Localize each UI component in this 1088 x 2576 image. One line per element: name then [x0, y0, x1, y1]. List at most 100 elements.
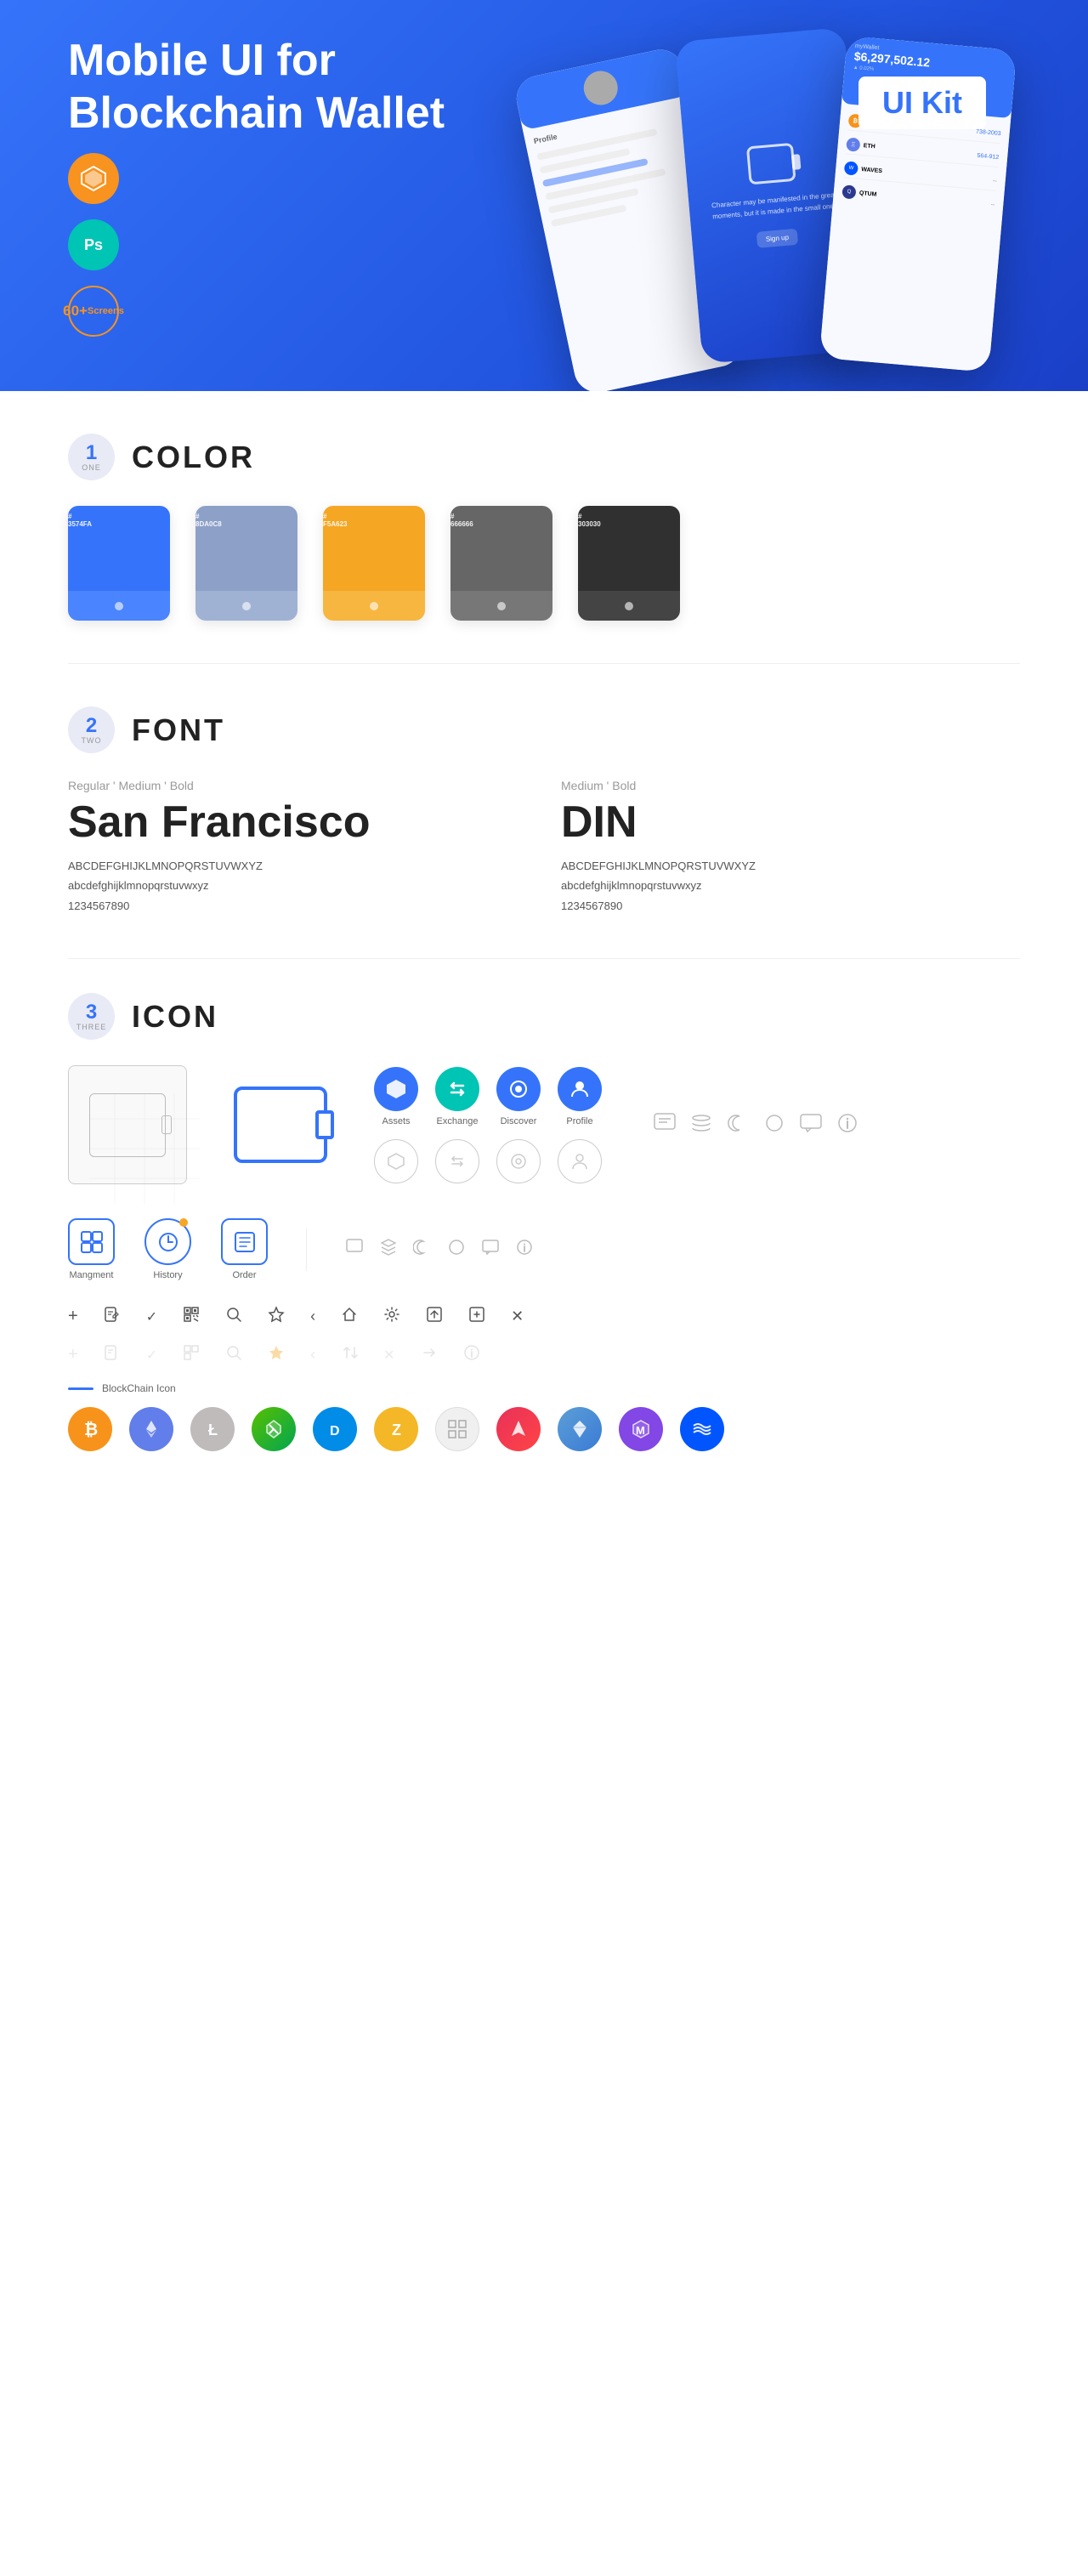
waves-icon [680, 1407, 724, 1451]
wallet-blue-icon-container [221, 1065, 340, 1184]
order-icon[interactable] [221, 1218, 268, 1265]
nav-icons-group: Assets Exchange [374, 1067, 602, 1183]
arrow-right-icon [421, 1344, 438, 1365]
font2-upper: ABCDEFGHIJKLMNOPQRSTUVWXYZ [561, 856, 1020, 876]
info-outline-icon [463, 1344, 480, 1365]
chat2-icon [481, 1238, 500, 1261]
dash-icon: D [313, 1407, 357, 1451]
phones-area: Profile Character may be manifested in t… [493, 17, 1088, 391]
zcash-icon: Z [374, 1407, 418, 1451]
blockchain-label: BlockChain Icon [102, 1382, 176, 1394]
star-active-icon [268, 1344, 285, 1365]
nav-icons-row-colored: Assets Exchange [374, 1067, 602, 1126]
expand-icon [468, 1306, 485, 1327]
layers2-icon [379, 1238, 398, 1261]
message-icon [799, 1111, 823, 1139]
assets-icon-item: Assets [374, 1067, 418, 1126]
bottom-icons-row: Mangment History [68, 1218, 1020, 1280]
plus-icon: + [68, 1307, 78, 1326]
icon-section: 3 THREE ICON [0, 959, 1088, 1485]
iota-icon [435, 1407, 479, 1451]
small-icons-row-light: + ✓ ‹ [68, 1344, 1020, 1365]
history-icon[interactable] [144, 1218, 191, 1265]
chat-icon [653, 1110, 677, 1140]
ui-kit-badge: UI Kit [858, 77, 986, 129]
swatch-gray-blue: # 8DA0C8 [196, 506, 298, 621]
font-block-din: Medium ' Bold DIN ABCDEFGHIJKLMNOPQRSTUV… [561, 779, 1020, 916]
hero-title-bold: Wallet [316, 88, 445, 138]
font-section: 2 TWO FONT Regular ' Medium ' Bold San F… [0, 664, 1088, 958]
vertical-divider [306, 1228, 307, 1271]
check-outline-icon: ✓ [146, 1347, 157, 1364]
neo-icon [252, 1407, 296, 1451]
icon-title: ICON [132, 999, 218, 1035]
assets-outline-icon [374, 1139, 418, 1183]
color-section-header: 1 ONE COLOR [68, 434, 1020, 480]
color-number-circle: 1 ONE [68, 434, 115, 480]
discover-icon-item: Discover [496, 1067, 541, 1126]
font2-label: Medium ' Bold [561, 779, 1020, 792]
svg-text:₿: ₿ [84, 1421, 98, 1439]
svg-text:Ł: Ł [208, 1421, 218, 1438]
font1-nums: 1234567890 [68, 896, 527, 916]
moon-icon [726, 1111, 750, 1139]
management-icon-item: Mangment [68, 1218, 115, 1280]
sep-icons-row-colored [653, 1110, 859, 1140]
management-icon[interactable] [68, 1218, 115, 1265]
order-icon-item: Order [221, 1218, 268, 1280]
font2-nums: 1234567890 [561, 896, 1020, 916]
swatch-blue: # 3574FA [68, 506, 170, 621]
exchange-icon[interactable] [435, 1067, 479, 1111]
font-title: FONT [132, 712, 225, 748]
layers-icon [689, 1111, 713, 1139]
circle2-icon [447, 1238, 466, 1261]
hero-title: Mobile UI for Blockchain Wallet [68, 34, 476, 140]
profile-icon[interactable] [558, 1067, 602, 1111]
info2-icon [515, 1238, 534, 1261]
eth-icon [129, 1407, 173, 1451]
icon-wireframe-container [68, 1065, 187, 1184]
hero-title-regular: Mobile UI for Blockchain [68, 36, 336, 138]
font1-label: Regular ' Medium ' Bold [68, 779, 527, 792]
swatch-mid-gray: # 666666 [450, 506, 552, 621]
svg-text:D: D [330, 1424, 340, 1438]
font-grid: Regular ' Medium ' Bold San Francisco AB… [68, 779, 1020, 916]
star-icon [268, 1306, 285, 1327]
ps-badge: Ps [68, 219, 119, 270]
font2-name: DIN [561, 797, 1020, 848]
discover-icon[interactable] [496, 1067, 541, 1111]
font-section-header: 2 TWO FONT [68, 706, 1020, 753]
info-icon [836, 1111, 859, 1139]
color-title: COLOR [132, 440, 255, 475]
rect-icon [345, 1238, 364, 1261]
document-edit-icon [104, 1306, 121, 1327]
assets-icon[interactable] [374, 1067, 418, 1111]
wallet-wireframe-icon [89, 1093, 166, 1157]
close-icon: ✕ [511, 1308, 524, 1325]
btc-icon: ₿ [68, 1407, 112, 1451]
search-icon [225, 1306, 242, 1327]
wallet-blue-icon [234, 1087, 327, 1163]
history-icon-item: History [144, 1218, 191, 1280]
chevron-left-outline-icon: ‹ [310, 1346, 315, 1364]
small-sep-icons [345, 1238, 534, 1261]
ltc-icon: Ł [190, 1407, 235, 1451]
blockchain-label-row: BlockChain Icon [68, 1382, 1020, 1394]
screens-badge: 60+ Screens [68, 286, 119, 337]
separator-icons-group [653, 1110, 859, 1140]
crypto-icons-row: ₿ Ł D [68, 1407, 1020, 1451]
nav-icons-row-outline [374, 1139, 602, 1183]
plus-outline-icon: + [68, 1345, 78, 1365]
chevron-left-icon: ‹ [310, 1308, 315, 1325]
color-swatches: # 3574FA # 8DA0C8 # F5A623 # 666666 [68, 506, 1020, 621]
qr-icon [183, 1306, 200, 1327]
hero-section: Mobile UI for Blockchain Wallet UI Kit P… [0, 0, 1088, 391]
ark-icon [496, 1407, 541, 1451]
share-icon [341, 1306, 358, 1327]
font1-upper: ABCDEFGHIJKLMNOPQRSTUVWXYZ [68, 856, 527, 876]
profile-outline-icon [558, 1139, 602, 1183]
font2-lower: abcdefghijklmnopqrstuvwxyz [561, 876, 1020, 895]
matic-icon: M [619, 1407, 663, 1451]
font-block-sf: Regular ' Medium ' Bold San Francisco AB… [68, 779, 527, 916]
font-number-circle: 2 TWO [68, 706, 115, 753]
